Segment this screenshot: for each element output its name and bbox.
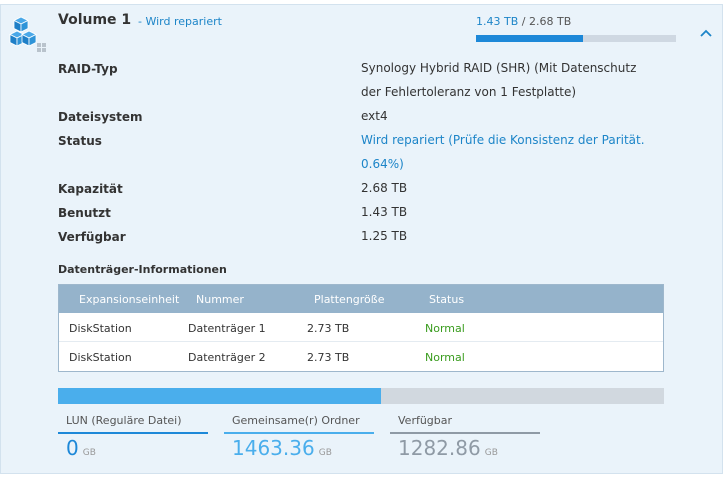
available-space-label: Verfügbar: [398, 414, 453, 427]
usage-used: 1.43 TB: [476, 15, 519, 28]
lun-line: [58, 432, 208, 434]
available-space-unit: GB: [484, 448, 498, 458]
status-separator: -: [138, 15, 142, 28]
shared-folders-line: [224, 432, 374, 434]
legend-lun: LUN (Reguläre Datei) 0 GB: [58, 410, 210, 466]
chevron-up-icon: [700, 29, 712, 37]
cell-number: Datenträger 2: [188, 351, 266, 364]
cubes-icon: [9, 16, 46, 52]
legend-shared-folders: Gemeinsame(r) Ordner 1463.36 GB: [224, 410, 376, 466]
cell-status: Normal: [425, 322, 465, 335]
volume-status: - Wird repariert: [138, 15, 222, 28]
used-label: Benutzt: [58, 206, 111, 220]
lun-label: LUN (Reguläre Datei): [66, 414, 182, 427]
usage-separator: /: [521, 15, 526, 28]
cell-expansion-unit: DiskStation: [69, 322, 132, 335]
available-space-number: 1282.86: [398, 436, 481, 460]
shared-folders-number: 1463.36: [232, 436, 315, 460]
status-value[interactable]: Wird repariert (Prüfe die Konsistenz der…: [361, 128, 681, 176]
cell-disk-size: 2.73 TB: [307, 322, 350, 335]
capacity-value: 2.68 TB: [361, 181, 408, 195]
status-value-line2: 0.64%): [361, 157, 404, 171]
usage-bar-fill: [476, 35, 583, 42]
header-number[interactable]: Nummer: [196, 293, 244, 306]
header-disk-size[interactable]: Plattengröße: [314, 293, 385, 306]
legend-available: Verfügbar 1282.86 GB: [390, 410, 542, 466]
table-row[interactable]: DiskStation Datenträger 2 2.73 TB Normal: [59, 342, 663, 371]
raid-type-value: Synology Hybrid RAID (SHR) (Mit Datensch…: [361, 56, 681, 104]
volume-panel: Volume 1 - Wird repariert 1.43 TB / 2.68…: [0, 4, 723, 474]
used-value: 1.43 TB: [361, 205, 408, 219]
cell-number: Datenträger 1: [188, 322, 266, 335]
disk-info-title: Datenträger-Informationen: [58, 263, 227, 276]
available-space-value: 1282.86 GB: [398, 436, 498, 460]
header-expansion-unit[interactable]: Expansionseinheit: [79, 293, 179, 306]
usage-total: 2.68 TB: [528, 15, 572, 28]
available-value: 1.25 TB: [361, 229, 408, 243]
collapse-button[interactable]: [694, 21, 718, 45]
storage-usage-fill: [58, 388, 381, 404]
shared-folders-value: 1463.36 GB: [232, 436, 332, 460]
lun-number: 0: [66, 436, 79, 460]
header-status[interactable]: Status: [429, 293, 464, 306]
volume-title: Volume 1: [58, 12, 132, 28]
raid-type-line2: der Fehlertoleranz von 1 Festplatte): [361, 85, 577, 99]
status-value-line1: Wird repariert (Prüfe die Konsistenz der…: [361, 133, 645, 147]
capacity-label: Kapazität: [58, 182, 123, 196]
filesystem-value: ext4: [361, 109, 388, 123]
shared-folders-label: Gemeinsame(r) Ordner: [232, 414, 360, 427]
storage-usage-bar: [58, 388, 664, 404]
cell-disk-size: 2.73 TB: [307, 351, 350, 364]
disk-table: Expansionseinheit Nummer Plattengröße St…: [58, 284, 664, 372]
raid-type-line1: Synology Hybrid RAID (SHR) (Mit Datensch…: [361, 61, 637, 75]
raid-type-label: RAID-Typ: [58, 62, 118, 76]
filesystem-label: Dateisystem: [58, 110, 143, 124]
lun-value: 0 GB: [66, 436, 96, 460]
available-space-line: [390, 432, 540, 434]
shared-folders-unit: GB: [318, 448, 332, 458]
volume-status-text: Wird repariert: [145, 15, 222, 28]
cell-status: Normal: [425, 351, 465, 364]
lun-unit: GB: [82, 448, 96, 458]
table-row[interactable]: DiskStation Datenträger 1 2.73 TB Normal: [59, 313, 663, 342]
usage-text: 1.43 TB / 2.68 TB: [476, 15, 571, 28]
status-label: Status: [58, 134, 102, 148]
usage-bar: [476, 35, 676, 42]
available-label: Verfügbar: [58, 230, 126, 244]
disk-table-header: Expansionseinheit Nummer Plattengröße St…: [59, 285, 663, 313]
cell-expansion-unit: DiskStation: [69, 351, 132, 364]
